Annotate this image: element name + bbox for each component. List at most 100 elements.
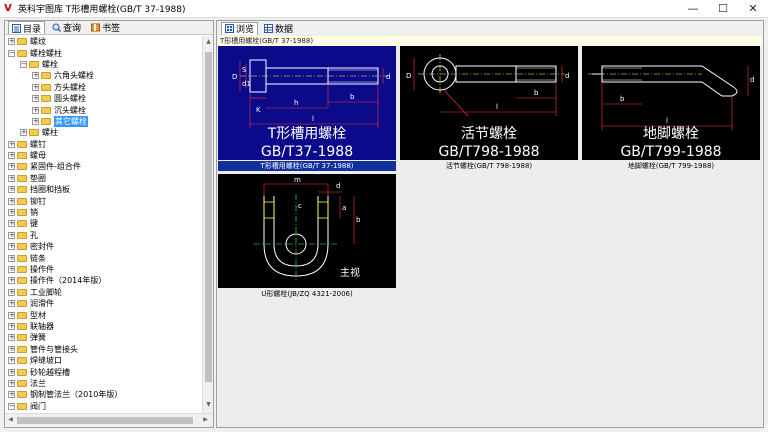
tree-item[interactable]: + 联轴器	[5, 321, 203, 332]
tree-item[interactable]: + 润滑件	[5, 298, 203, 309]
tree-item[interactable]: − 螺栓	[5, 59, 203, 70]
tree-item[interactable]: + 螺母	[5, 150, 203, 161]
tree-item[interactable]: + 螺钉	[5, 139, 203, 150]
tree-item[interactable]: + 弹簧	[5, 332, 203, 343]
expand-toggle-icon[interactable]: +	[8, 368, 15, 376]
expand-toggle-icon[interactable]: +	[8, 186, 15, 194]
tab-search[interactable]: 查询	[49, 21, 84, 34]
tree-item[interactable]: + 操作件	[5, 264, 203, 275]
tree-item[interactable]: − 螺栓螺柱	[5, 47, 203, 58]
tree-horizontal-scrollbar[interactable]: ◀ ▶	[5, 413, 213, 427]
minimize-button[interactable]: —	[678, 0, 708, 18]
tree-item[interactable]: + 沉头螺栓	[5, 104, 203, 115]
tree-item[interactable]: + 工业脚轮	[5, 287, 203, 298]
expand-toggle-icon[interactable]: +	[8, 391, 15, 399]
tree-item[interactable]: + 钢制管法兰（2010年版）	[5, 389, 203, 400]
tree-item[interactable]: + 螺柱	[5, 127, 203, 138]
expand-toggle-icon[interactable]: +	[20, 129, 27, 137]
folder-icon	[17, 368, 27, 376]
tree-item[interactable]: + 键	[5, 218, 203, 229]
tree-item[interactable]: + 销	[5, 207, 203, 218]
tree-item[interactable]: + 螺纹	[5, 36, 203, 47]
tree-vertical-scrollbar[interactable]: ▲ ▼	[202, 36, 213, 413]
expand-toggle-icon[interactable]: −	[8, 49, 15, 57]
tree-item[interactable]: + 砂轮越程槽	[5, 366, 203, 377]
expand-toggle-icon[interactable]: +	[8, 174, 15, 182]
maximize-button[interactable]: ☐	[708, 0, 738, 18]
expand-toggle-icon[interactable]: +	[8, 220, 15, 228]
expand-toggle-icon[interactable]: +	[8, 277, 15, 285]
expand-toggle-icon[interactable]: +	[8, 300, 15, 308]
tree-item[interactable]: + 密封件	[5, 241, 203, 252]
expand-toggle-icon[interactable]: +	[32, 106, 39, 114]
tab-data[interactable]: 数据	[261, 22, 296, 35]
expand-toggle-icon[interactable]: +	[8, 243, 15, 251]
scroll-down-icon[interactable]: ▼	[203, 401, 214, 411]
expand-toggle-icon[interactable]: +	[8, 379, 15, 387]
tab-catalog[interactable]: 目录	[8, 21, 46, 35]
expand-toggle-icon[interactable]: +	[8, 163, 15, 171]
tab-browse[interactable]: 浏览	[221, 21, 259, 35]
expand-toggle-icon[interactable]: +	[8, 334, 15, 342]
tree-item[interactable]: + 链条	[5, 252, 203, 263]
tree-item[interactable]: + 铆钉	[5, 195, 203, 206]
tree-item[interactable]: + 其它螺栓	[5, 115, 203, 127]
expand-toggle-icon[interactable]: +	[32, 83, 39, 91]
right-tabs: 浏览 数据	[217, 21, 763, 35]
expand-toggle-icon[interactable]: +	[8, 345, 15, 353]
u-bolt-drawing: m d c a b 主视	[254, 176, 361, 280]
thumbnail-card-u-bolt[interactable]: m d c a b 主视 U形螺栓(JB/ZQ 4321-2006)	[217, 174, 397, 300]
expand-toggle-icon[interactable]: +	[32, 95, 39, 103]
tree-item-label: 法兰	[30, 378, 46, 388]
expand-toggle-icon[interactable]: +	[8, 152, 15, 160]
expand-toggle-icon[interactable]: +	[8, 231, 15, 239]
expand-toggle-icon[interactable]: +	[8, 140, 15, 148]
tree-item[interactable]: + 型材	[5, 309, 203, 320]
tree-item[interactable]: + 法兰	[5, 378, 203, 389]
expand-toggle-icon[interactable]: +	[8, 197, 15, 205]
scroll-right-icon[interactable]: ▶	[200, 416, 211, 426]
tree-item[interactable]: + 垫圈	[5, 173, 203, 184]
tree-hscroll-thumb[interactable]	[17, 417, 193, 424]
folder-icon	[17, 288, 27, 296]
tree-scroll-thumb[interactable]	[205, 52, 212, 382]
expand-toggle-icon[interactable]: +	[32, 72, 39, 80]
thumbnail-card-anchor-bolt[interactable]: d b l 地脚螺栓 GB/T799-1988 地脚螺栓(GB/T 799-19…	[581, 46, 761, 172]
expand-toggle-icon[interactable]: +	[8, 266, 15, 273]
expand-toggle-icon[interactable]: +	[8, 209, 15, 217]
scroll-left-icon[interactable]: ◀	[5, 416, 16, 426]
expand-toggle-icon[interactable]: +	[32, 117, 39, 125]
expand-toggle-icon[interactable]: +	[8, 38, 15, 46]
tree-item[interactable]: + 操作件（2014年版）	[5, 275, 203, 286]
tree-item-label: 管件与管接头	[30, 344, 78, 354]
folder-icon	[17, 174, 27, 182]
expand-toggle-icon[interactable]: +	[8, 288, 15, 296]
expand-toggle-icon[interactable]: +	[8, 311, 15, 319]
expand-toggle-icon[interactable]: +	[8, 322, 15, 330]
thumbnail-gallery: D d1 S d K h b l T形槽用螺栓 GB/T37-1988 T形槽用…	[217, 46, 763, 426]
tree-item[interactable]: + 圆头螺栓	[5, 93, 203, 104]
expand-toggle-icon[interactable]: +	[8, 357, 15, 365]
tree-item-label: 工业脚轮	[30, 287, 62, 297]
close-button[interactable]: ✕	[738, 0, 768, 18]
scroll-up-icon[interactable]: ▲	[203, 38, 214, 48]
tree-item[interactable]: + 焊缝坡口	[5, 355, 203, 366]
dim-label-D: D	[232, 73, 237, 81]
tree-item[interactable]: + 方头螺栓	[5, 82, 203, 93]
tab-bookmark[interactable]: 书签	[88, 21, 123, 34]
folder-icon	[17, 243, 27, 251]
tree-item[interactable]: + 孔	[5, 230, 203, 241]
tree-item[interactable]: − 阀门	[5, 401, 203, 412]
tree-item[interactable]: + 紧固件-组合件	[5, 161, 203, 172]
thumbnail-card-t-bolt[interactable]: D d1 S d K h b l T形槽用螺栓 GB/T37-1988 T形槽用…	[217, 46, 397, 172]
tree-item-label: 阀门	[30, 401, 46, 411]
dim-label-l: l	[312, 115, 314, 123]
expand-toggle-icon[interactable]: −	[20, 60, 27, 68]
expand-toggle-icon[interactable]: +	[8, 254, 15, 262]
folder-icon	[17, 357, 27, 365]
tree-item[interactable]: + 挡圈和挡板	[5, 184, 203, 195]
thumbnail-card-hinge-bolt[interactable]: D d b l 活节螺栓 GB/T798-1988 活节螺栓(GB/T 798-…	[399, 46, 579, 172]
tree-item[interactable]: + 六角头螺栓	[5, 70, 203, 81]
tree-item[interactable]: + 管件与管接头	[5, 344, 203, 355]
expand-toggle-icon[interactable]: −	[8, 402, 15, 410]
